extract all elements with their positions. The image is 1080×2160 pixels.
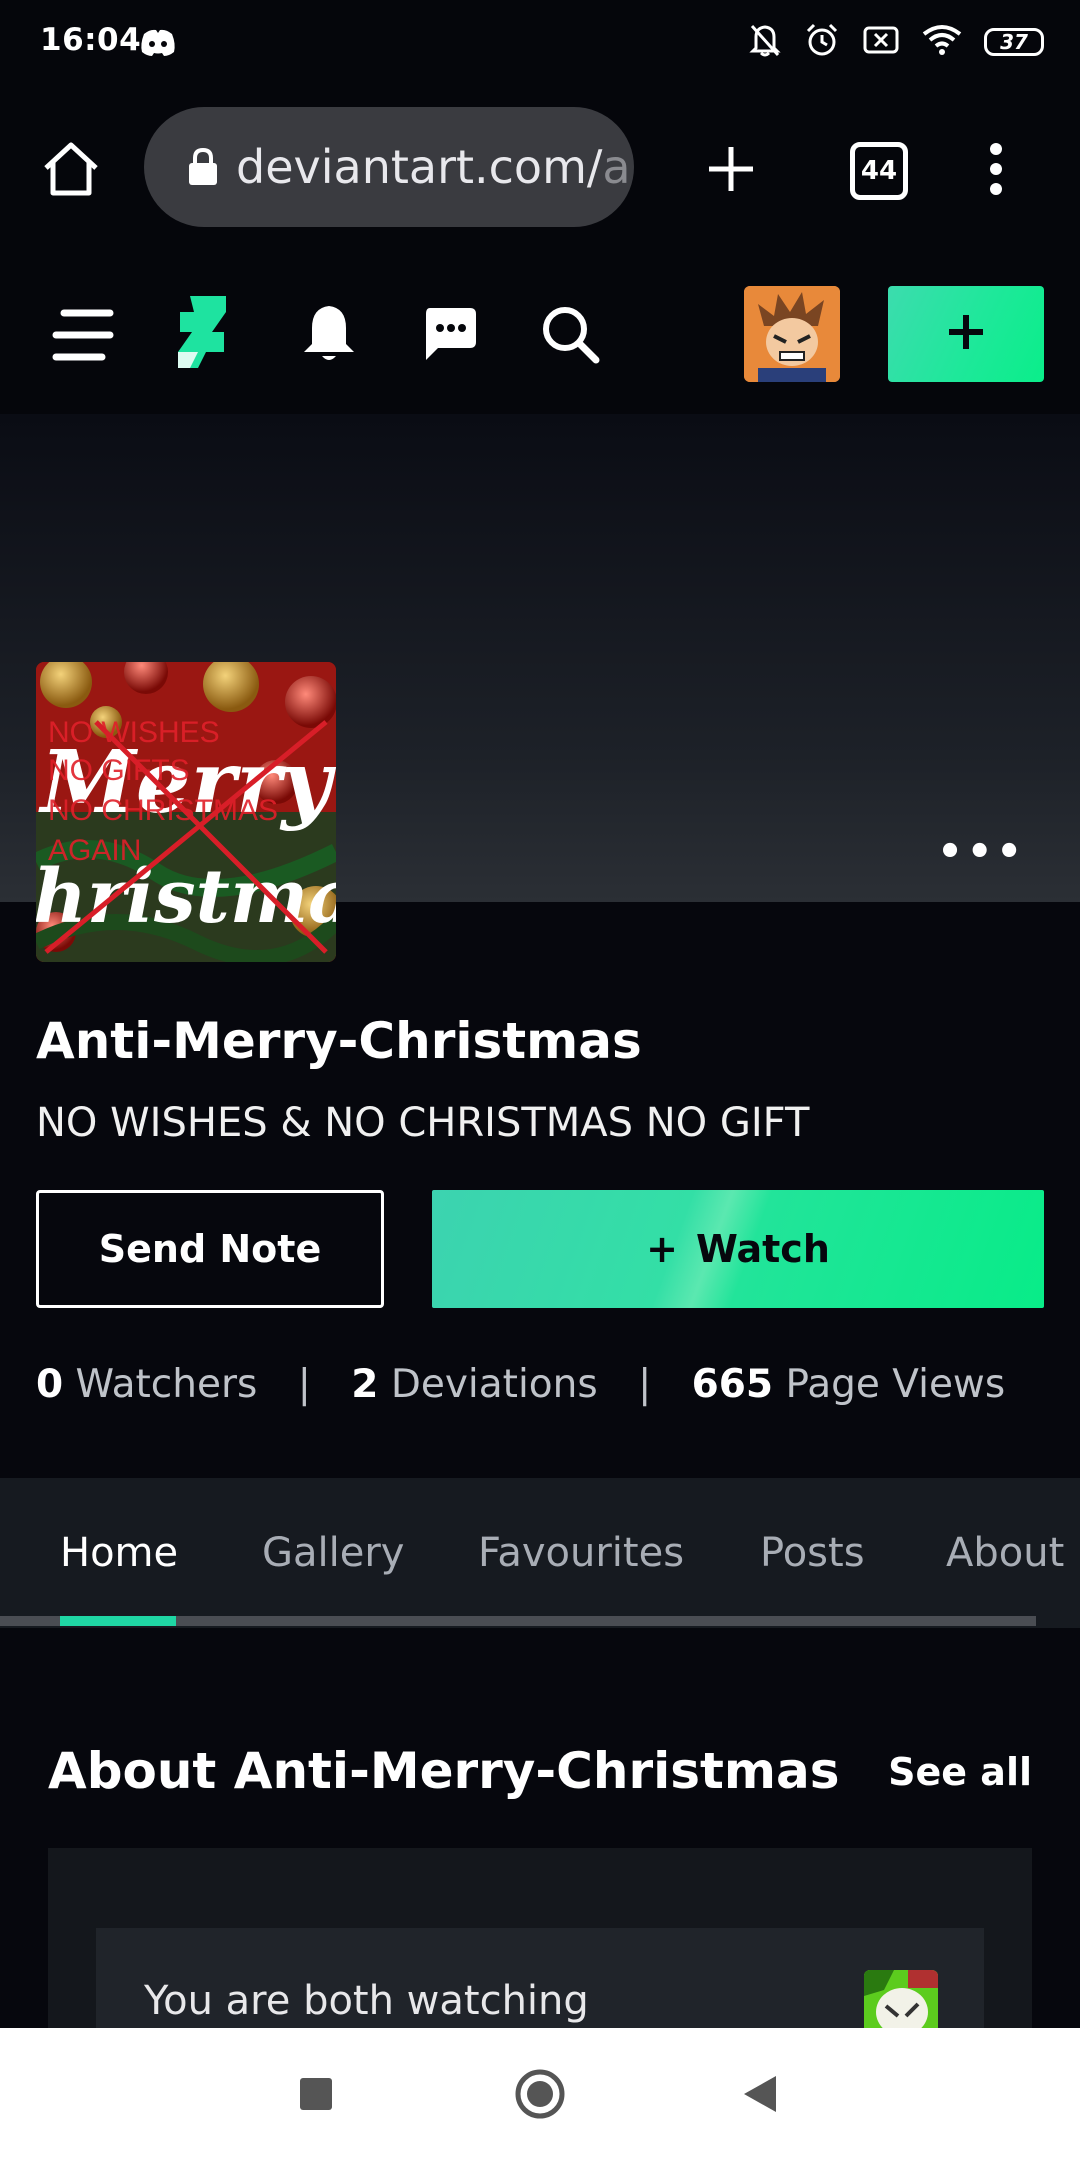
plus-icon xyxy=(946,312,986,356)
battery-icon: 37 xyxy=(984,28,1044,56)
home-button-icon[interactable] xyxy=(514,2068,566,2124)
search-icon[interactable] xyxy=(540,304,600,368)
see-all-link[interactable]: See all xyxy=(888,1750,1032,1794)
status-bar: 16:04 37 xyxy=(0,0,1080,86)
profile-avatar[interactable]: Merry Christmas NO WISHES NO GIFTS NO CH… xyxy=(36,662,336,962)
watch-label: Watch xyxy=(695,1227,830,1271)
messages-icon[interactable] xyxy=(422,306,478,366)
mutual-watch-avatar[interactable] xyxy=(864,1970,938,2036)
submit-button[interactable] xyxy=(888,286,1044,382)
deviations-count: 2 xyxy=(351,1362,379,1407)
url-main: deviantart.com/ xyxy=(236,140,603,194)
tabs-icon[interactable]: 44 xyxy=(850,142,908,200)
tab-favourites[interactable]: Favourites xyxy=(478,1530,684,1576)
new-tab-icon[interactable] xyxy=(706,144,756,198)
bell-icon[interactable] xyxy=(300,302,358,368)
views-count: 665 xyxy=(691,1362,774,1407)
status-icons: 37 xyxy=(748,22,1044,62)
tab-posts[interactable]: Posts xyxy=(760,1530,865,1576)
url-faded: a xyxy=(602,140,631,194)
discord-icon xyxy=(138,26,178,64)
avatar-no-christmas: NO CHRISTMAS xyxy=(48,794,278,827)
wifi-icon xyxy=(922,24,962,60)
tab-home[interactable]: Home xyxy=(60,1530,178,1576)
profile-tabs: Home Gallery Favourites Posts About xyxy=(0,1478,1080,1628)
deviantart-logo-icon[interactable] xyxy=(176,294,228,374)
deviantart-nav xyxy=(0,256,1080,414)
avatar-no-wishes: NO WISHES xyxy=(48,716,220,749)
home-icon[interactable] xyxy=(40,140,102,202)
watch-button[interactable]: + Watch xyxy=(432,1190,1044,1308)
watchers-count: 0 xyxy=(36,1362,64,1407)
user-avatar[interactable] xyxy=(744,286,840,382)
watch-plus-icon: + xyxy=(646,1227,678,1271)
back-icon[interactable] xyxy=(742,2074,778,2118)
avatar-no-gifts: NO GIFTS xyxy=(48,754,190,787)
views-label: Page Views xyxy=(785,1362,1006,1407)
tab-gallery[interactable]: Gallery xyxy=(262,1530,404,1576)
lock-icon xyxy=(186,147,220,187)
alarm-icon xyxy=(804,22,840,62)
stats-separator: | xyxy=(297,1362,311,1407)
both-watching-text: You are both watching xyxy=(144,1978,589,2024)
sim-off-icon xyxy=(862,25,900,59)
android-nav-bar xyxy=(0,2028,1080,2160)
recents-icon[interactable] xyxy=(298,2076,334,2116)
browser-toolbar: deviantart.com/a 44 xyxy=(0,86,1080,256)
tab-active-indicator xyxy=(60,1616,176,1626)
about-title: About Anti-Merry-Christmas xyxy=(48,1742,840,1800)
deviations-label: Deviations xyxy=(390,1362,598,1407)
hamburger-icon[interactable] xyxy=(52,308,114,366)
stats-separator: | xyxy=(638,1362,652,1407)
watchers-label: Watchers xyxy=(75,1362,258,1407)
bell-off-icon xyxy=(748,22,782,62)
tab-count: 44 xyxy=(850,142,908,200)
send-note-button[interactable]: Send Note xyxy=(36,1190,384,1308)
tab-about[interactable]: About xyxy=(946,1530,1064,1576)
avatar-again: AGAIN xyxy=(48,834,141,867)
menu-icon[interactable] xyxy=(988,142,1004,200)
url-text: deviantart.com/a xyxy=(236,140,631,194)
url-bar[interactable]: deviantart.com/a xyxy=(144,107,634,227)
more-options-button[interactable]: ••• xyxy=(937,832,1026,872)
tagline: NO WISHES & NO CHRISTMAS NO GIFT xyxy=(36,1100,810,1146)
username: Anti-Merry-Christmas xyxy=(36,1012,642,1070)
status-time: 16:04 xyxy=(40,22,142,58)
profile-stats: 0 Watchers | 2 Deviations | 665 Page Vie… xyxy=(36,1362,1005,1407)
